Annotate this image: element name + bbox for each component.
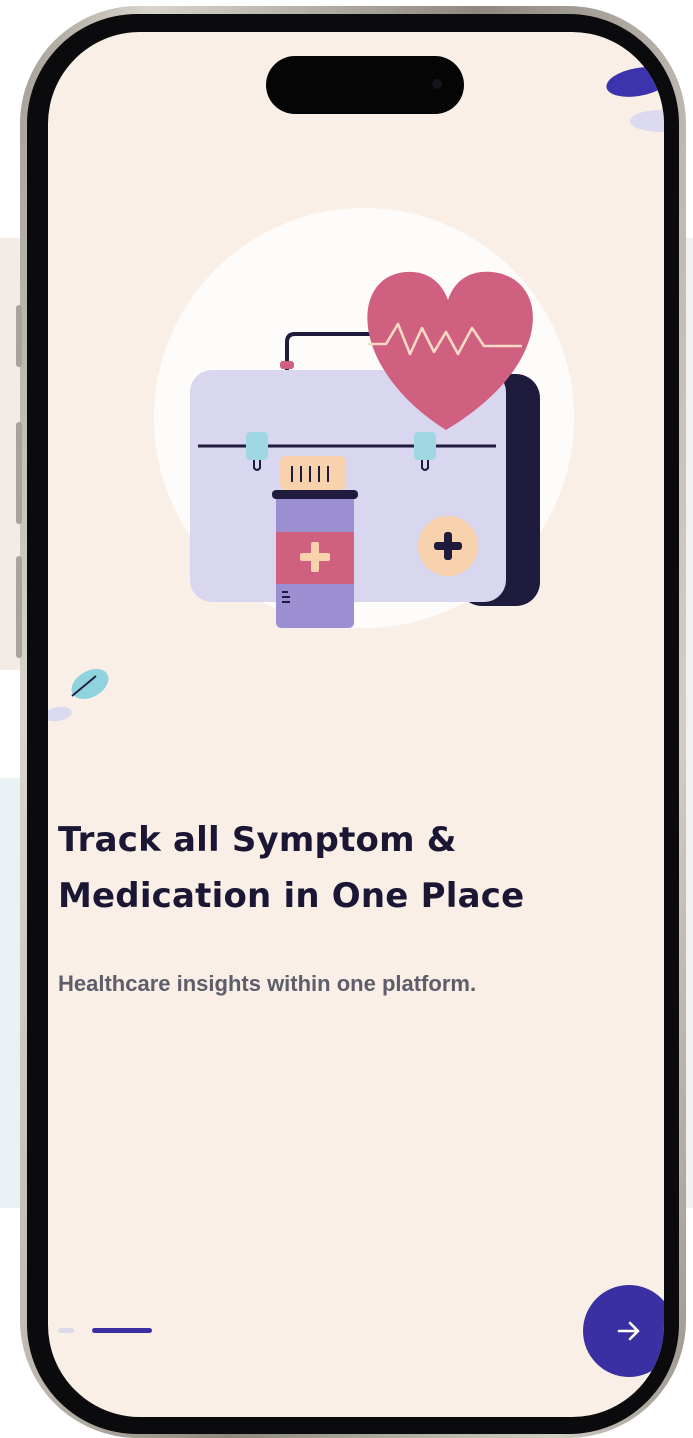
onboarding-title: Track all Symptom & Medication in One Pl… <box>58 812 638 924</box>
page-indicator-active[interactable] <box>92 1328 152 1333</box>
onboarding-subtitle: Healthcare insights within one platform. <box>58 971 477 996</box>
title-line: Track all Symptom & <box>58 820 457 860</box>
leaf-decoration-icon <box>606 32 664 132</box>
volume-down-button <box>16 556 22 658</box>
leaf-decoration-icon <box>48 668 109 722</box>
page-indicator-dot[interactable] <box>58 1328 74 1333</box>
app-screen: Track all Symptom & Medication in One Pl… <box>48 32 664 1417</box>
volume-up-button <box>16 422 22 524</box>
arrow-right-icon <box>617 1321 640 1341</box>
medical-kit-illustration <box>48 32 664 722</box>
action-button <box>16 305 22 367</box>
next-button[interactable] <box>583 1285 664 1377</box>
title-line: Medication in One Place <box>58 876 525 916</box>
medicine-bottle-icon <box>272 456 358 628</box>
